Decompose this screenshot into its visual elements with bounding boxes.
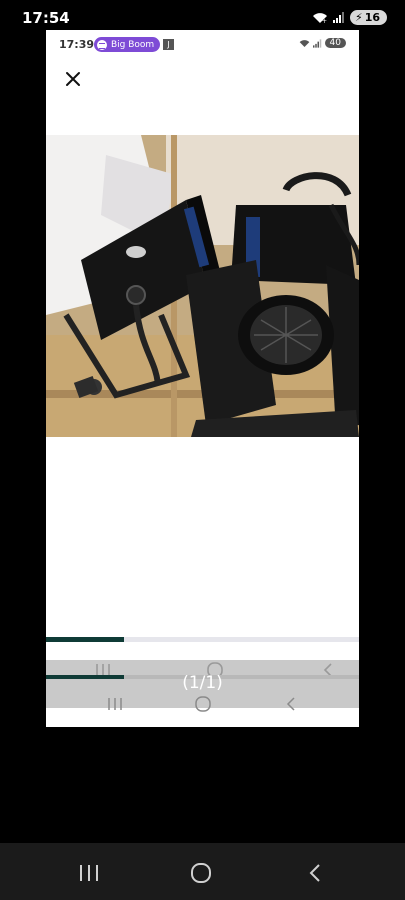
- recent-apps-icon[interactable]: [78, 863, 100, 883]
- inner-nav-row: [46, 696, 359, 720]
- inner-signal-icon: [312, 38, 321, 48]
- system-navigation-bar: [0, 843, 405, 900]
- charging-icon: ⚡: [354, 11, 363, 24]
- progress-track: [46, 637, 359, 642]
- back-icon[interactable]: [284, 696, 298, 712]
- battery-indicator: ⚡ 16: [349, 10, 387, 25]
- recent-apps-icon[interactable]: [106, 696, 124, 712]
- notification-icon: J: [163, 39, 174, 50]
- home-icon[interactable]: [194, 696, 212, 712]
- screenshot-viewer: 17:39 Big Boom J 40 (1/1): [46, 30, 359, 727]
- spotlight-photo: [46, 135, 359, 437]
- wifi-icon: +: [312, 12, 327, 24]
- status-icons: + ⚡ 16: [312, 10, 387, 25]
- inner-status-bar: 17:39 Big Boom J 40: [46, 30, 359, 58]
- signal-icon: [332, 12, 344, 23]
- close-icon[interactable]: [64, 70, 82, 88]
- progress-fill: [46, 637, 125, 642]
- inner-wifi-icon: [299, 39, 309, 47]
- spotify-icon: [97, 39, 107, 50]
- spotify-label: Big Boom: [111, 39, 155, 50]
- battery-level: 16: [364, 11, 380, 24]
- status-time: 17:54: [22, 9, 70, 27]
- home-icon[interactable]: [190, 862, 212, 884]
- spotify-now-playing[interactable]: Big Boom: [94, 37, 161, 52]
- inner-status-icons: 40: [299, 38, 346, 48]
- svg-text:+: +: [322, 18, 327, 24]
- page-indicator: (1/1): [182, 673, 223, 693]
- back-icon[interactable]: [306, 862, 324, 884]
- inner-status-time: 17:39: [59, 38, 95, 51]
- inner-battery: 40: [324, 38, 346, 48]
